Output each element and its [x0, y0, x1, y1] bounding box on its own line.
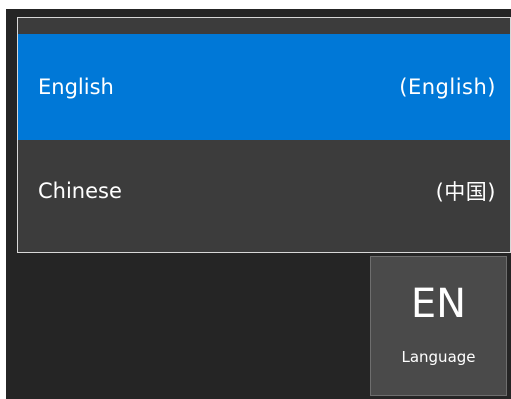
language-option-name: Chinese: [38, 179, 122, 203]
language-option-chinese[interactable]: Chinese (中国): [18, 140, 510, 242]
language-option-english[interactable]: English (English): [18, 34, 510, 140]
language-caption: Language: [401, 348, 476, 366]
language-option-name: English: [38, 75, 114, 99]
language-code: EN: [410, 281, 467, 327]
language-button[interactable]: EN Language: [370, 256, 507, 396]
language-option-native-name: (中国): [435, 180, 496, 204]
language-option-native-name: (English): [399, 75, 496, 99]
language-dropdown-menu: English (English) Chinese (中国): [17, 17, 511, 253]
